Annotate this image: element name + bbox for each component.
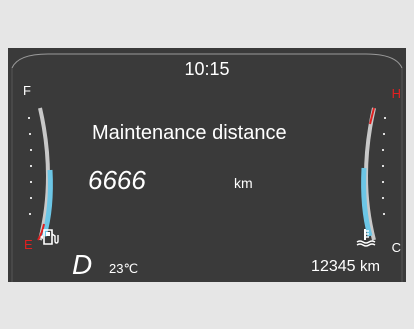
fuel-full-label: F xyxy=(23,83,31,98)
gear-indicator: D xyxy=(72,249,93,280)
odometer-value: 12345 xyxy=(311,258,356,275)
maintenance-distance-value: 6666 xyxy=(88,165,146,195)
coolant-temperature-icon xyxy=(356,229,376,247)
fuel-empty-label: E xyxy=(24,237,33,252)
temp-hot-label: H xyxy=(391,86,401,101)
clock: 10:15 xyxy=(184,59,230,79)
maintenance-title: Maintenance distance xyxy=(92,122,287,144)
odometer-unit: km xyxy=(360,258,380,275)
temp-cold-label: C xyxy=(391,240,401,255)
fuel-pump-icon xyxy=(40,229,59,245)
instrument-cluster-panel: 10:15 Maintenance distance 6666 km F E H xyxy=(8,48,406,282)
panel-frame xyxy=(11,53,403,282)
maintenance-distance-unit: km xyxy=(234,175,253,191)
odometer: 12345 km xyxy=(311,258,380,276)
outside-temperature: 23℃ xyxy=(109,261,139,276)
